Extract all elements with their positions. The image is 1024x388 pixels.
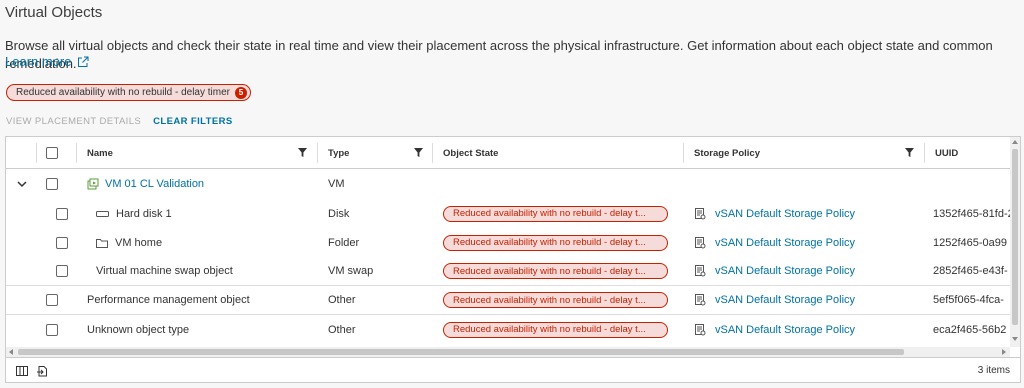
storage-policy-icon bbox=[695, 265, 706, 277]
column-header-uuid[interactable]: UUID bbox=[925, 137, 1010, 169]
learn-more-label[interactable]: Learn more bbox=[5, 54, 71, 69]
vertical-scroll-thumb[interactable] bbox=[1012, 149, 1018, 325]
folder-icon bbox=[96, 238, 108, 248]
storage-policy-link[interactable]: vSAN Default Storage Policy bbox=[715, 237, 855, 249]
row-checkbox[interactable] bbox=[56, 207, 68, 220]
filter-chip-label: Reduced availability with no rebuild - d… bbox=[16, 87, 230, 98]
table-row[interactable]: VM 01 CL Validation VM bbox=[6, 169, 1010, 199]
storage-policy-link[interactable]: vSAN Default Storage Policy bbox=[715, 294, 855, 306]
learn-more-link[interactable]: Learn more bbox=[5, 54, 89, 69]
row-checkbox[interactable] bbox=[46, 178, 58, 190]
row-name: Unknown object type bbox=[87, 323, 190, 336]
grid-header: Name Type Object State Storage Policy UU… bbox=[6, 137, 1010, 169]
scroll-left-arrow[interactable] bbox=[9, 349, 13, 355]
row-checkbox[interactable] bbox=[56, 236, 68, 249]
storage-policy-link[interactable]: vSAN Default Storage Policy bbox=[715, 208, 855, 220]
filter-icon[interactable] bbox=[414, 148, 423, 157]
row-checkbox[interactable] bbox=[56, 265, 68, 277]
row-uuid: 5ef5f065-4fca- bbox=[933, 294, 1004, 306]
row-type: Other bbox=[328, 294, 356, 306]
table-row[interactable]: VM home Folder Reduced availability with… bbox=[6, 228, 1010, 257]
storage-policy-icon bbox=[695, 207, 706, 219]
virtual-objects-grid: Name Type Object State Storage Policy UU… bbox=[5, 136, 1021, 383]
horizontal-scroll-thumb[interactable] bbox=[18, 349, 904, 355]
filter-chip-count[interactable]: 5 bbox=[235, 86, 247, 99]
items-count: 3 items bbox=[977, 365, 1010, 376]
scroll-up-arrow[interactable] bbox=[1012, 140, 1018, 144]
row-type: Folder bbox=[328, 236, 360, 249]
grid-footer: 3 items bbox=[6, 357, 1020, 382]
object-state-badge: Reduced availability with no rebuild - d… bbox=[443, 292, 668, 308]
page-title: Virtual Objects bbox=[5, 4, 103, 21]
row-name: Performance management object bbox=[87, 294, 250, 306]
row-name: Virtual machine swap object bbox=[96, 265, 233, 277]
scroll-right-arrow[interactable] bbox=[1002, 349, 1006, 355]
external-link-icon bbox=[78, 56, 89, 67]
row-type: Disk bbox=[328, 207, 350, 220]
grid-actions: VIEW PLACEMENT DETAILS CLEAR FILTERS bbox=[6, 116, 233, 127]
export-icon[interactable] bbox=[36, 365, 48, 377]
row-uuid: eca2f465-56b2 bbox=[933, 323, 1007, 336]
object-state-badge: Reduced availability with no rebuild - d… bbox=[443, 263, 668, 279]
filter-icon[interactable] bbox=[905, 148, 914, 157]
column-separator bbox=[36, 143, 37, 163]
filter-icon[interactable] bbox=[298, 148, 307, 157]
row-type: Other bbox=[328, 323, 356, 336]
storage-policy-icon bbox=[695, 236, 706, 248]
select-all-checkbox[interactable] bbox=[46, 147, 58, 159]
row-name: Hard disk 1 bbox=[116, 207, 172, 220]
storage-policy-link[interactable]: vSAN Default Storage Policy bbox=[715, 324, 855, 336]
storage-policy-icon bbox=[695, 294, 706, 306]
disk-icon bbox=[96, 210, 109, 217]
table-row[interactable]: Virtual machine swap object VM swap Redu… bbox=[6, 257, 1010, 286]
row-uuid: 1252f465-0a99 bbox=[933, 236, 1008, 249]
object-state-badge: Reduced availability with no rebuild - d… bbox=[443, 205, 668, 222]
row-name: VM home bbox=[115, 236, 163, 249]
clear-filters-button[interactable]: CLEAR FILTERS bbox=[153, 116, 232, 127]
column-header-name[interactable]: Name bbox=[77, 137, 317, 169]
horizontal-scrollbar[interactable] bbox=[6, 347, 1010, 357]
vertical-scrollbar[interactable] bbox=[1010, 137, 1020, 347]
column-header-object-state[interactable]: Object State bbox=[433, 137, 683, 169]
object-state-badge: Reduced availability with no rebuild - d… bbox=[443, 234, 668, 251]
row-checkbox[interactable] bbox=[46, 294, 58, 306]
scroll-down-arrow[interactable] bbox=[1012, 337, 1018, 341]
table-row[interactable]: Unknown object type Other Reduced availa… bbox=[6, 315, 1010, 344]
storage-policy-icon bbox=[695, 323, 706, 335]
object-state-badge: Reduced availability with no rebuild - d… bbox=[443, 321, 668, 338]
row-type: VM bbox=[328, 178, 345, 190]
row-type: VM swap bbox=[328, 265, 374, 277]
column-header-storage-policy[interactable]: Storage Policy bbox=[684, 137, 924, 169]
active-filter-chip[interactable]: Reduced availability with no rebuild - d… bbox=[6, 84, 251, 101]
page-description: Browse all virtual objects and check the… bbox=[5, 38, 993, 71]
vm-name-link[interactable]: VM 01 CL Validation bbox=[105, 178, 204, 190]
row-uuid: 1352f465-81fd-2 bbox=[933, 207, 1010, 220]
table-row[interactable]: Performance management object Other Redu… bbox=[6, 286, 1010, 315]
view-placement-details-button[interactable]: VIEW PLACEMENT DETAILS bbox=[6, 116, 141, 127]
expand-toggle[interactable] bbox=[17, 169, 31, 199]
row-checkbox[interactable] bbox=[46, 323, 58, 336]
vm-icon bbox=[87, 178, 99, 190]
storage-policy-link[interactable]: vSAN Default Storage Policy bbox=[715, 265, 855, 277]
table-row[interactable]: Hard disk 1 Disk Reduced availability wi… bbox=[6, 199, 1010, 228]
column-toggle-icon[interactable] bbox=[16, 365, 28, 377]
chevron-down-icon[interactable] bbox=[17, 179, 27, 189]
row-uuid: 2852f465-e43f- bbox=[933, 265, 1008, 277]
